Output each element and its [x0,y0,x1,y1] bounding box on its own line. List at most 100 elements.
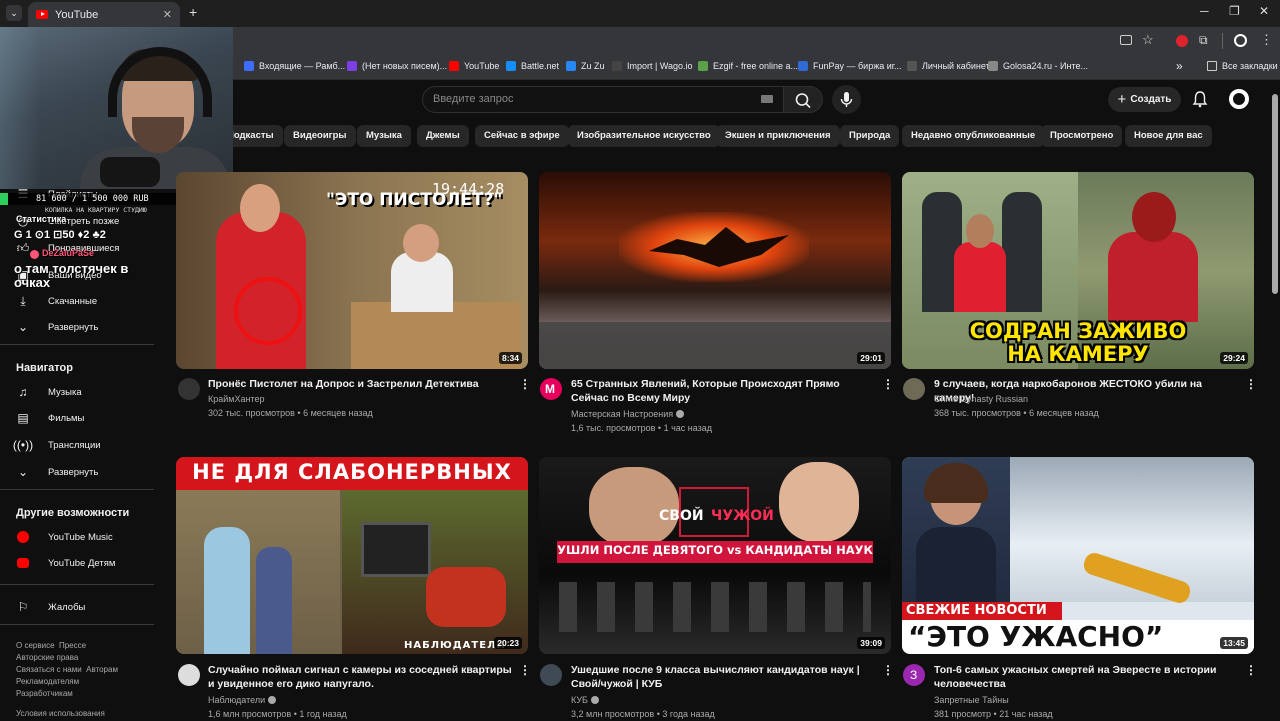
footer-link[interactable]: Авторские права [16,653,78,662]
extensions-puzzle-icon[interactable]: ⧉ [1199,33,1208,48]
sidebar-item-downloads[interactable]: ⤓ Скачанные [16,294,97,308]
bookmark-item[interactable]: Личный кабинет [907,61,990,71]
tab-close-icon[interactable]: ✕ [163,8,172,21]
video-thumbnail[interactable]: СВЕЖИЕ НОВОСТИ “ЭТО УЖАСНО” 13:45 [902,457,1254,654]
channel-name[interactable]: КраймХантер [208,392,264,406]
sidebar-expand-button[interactable]: ⌄ Развернуть [16,320,98,334]
bookmark-item[interactable]: Ezgif - free online a... [698,61,798,71]
profile-avatar-icon[interactable] [1234,34,1247,47]
filter-chip[interactable]: Музыка [357,125,411,147]
window-close-icon[interactable]: ✕ [1259,4,1269,18]
maximize-icon[interactable]: ❐ [1229,4,1240,18]
extension-red-icon[interactable] [1176,35,1188,47]
sidebar-item-youtube-music[interactable]: YouTube Music [16,530,113,544]
account-avatar[interactable] [1229,89,1249,109]
video-thumbnail[interactable]: "ЭТО ПИСТОЛЕТ?" 19:44:28 8:34 [176,172,528,369]
video-duration: 29:24 [1220,352,1248,364]
video-title[interactable]: Случайно поймал сигнал с камеры из сосед… [208,663,518,691]
video-thumbnail[interactable]: 29:01 [539,172,891,369]
video-title[interactable]: 65 Странных Явлений, Которые Происходят … [571,377,871,405]
keyboard-icon[interactable] [761,95,773,103]
search-button[interactable] [783,86,823,113]
sidebar-item-report-history[interactable]: ⚐ Жалобы [16,600,86,614]
donation-goal-caption: КОПИЛКА НА КВАРТИРУ СТУДИЮ [45,206,147,214]
footer-link[interactable]: Прессе [59,641,86,650]
upload-age: 6 месяцев назад [1029,408,1099,418]
bookmark-item[interactable]: Входящие — Рамб... [244,61,345,71]
channel-name[interactable]: КУБ [571,695,588,705]
footer-link[interactable]: Разработчикам [16,689,73,698]
footer-link[interactable]: О сервисе [16,641,55,650]
more-bookmarks-button[interactable]: » [1176,59,1183,73]
bookmark-star-icon[interactable]: ☆ [1142,32,1154,48]
thumb-table [351,302,521,369]
filter-chip[interactable]: Сейчас в эфире [475,125,569,147]
channel-avatar[interactable]: З [903,664,925,686]
filter-chip[interactable]: Просмотрено [1041,125,1123,147]
filter-chip[interactable]: Джемы [417,125,469,147]
video-thumbnail[interactable]: СОДРАН ЗАЖИВО НА КАМЕРУ 29:24 [902,172,1254,369]
sidebar-item-youtube-kids[interactable]: YouTube Детям [16,556,115,570]
bookmark-favicon-icon [907,61,917,71]
create-button[interactable]: + Создать [1108,87,1181,112]
tab-search-button[interactable]: ⌄ [6,5,22,21]
video-title[interactable]: Пронёс Пистолет на Допрос и Застрелил Де… [208,377,508,391]
channel-row: Мастерская Настроения [571,407,685,421]
filter-chip[interactable]: Видеоигры [284,125,356,147]
page-scrollbar[interactable] [1272,82,1278,720]
voice-search-button[interactable] [832,85,861,114]
footer-link[interactable]: Условия использования [16,709,105,718]
sidebar-item-music[interactable]: ♫ Музыка [16,385,82,399]
footer-links-row: О сервисе Прессе [16,641,86,650]
search-input[interactable]: Введите запрос [422,86,784,113]
video-thumbnail[interactable]: НЕ ДЛЯ СЛАБОНЕРВНЫХ НАБЛЮДАТЕЛИ 20:23 [176,457,528,654]
all-bookmarks-button[interactable]: Все закладки [1207,61,1278,71]
video-thumbnail[interactable]: СВОЙ ЧУЖОЙ УШЛИ ПОСЛЕ ДЕВЯТОГО vs КАНДИД… [539,457,891,654]
cast-icon[interactable] [1120,35,1132,45]
bookmark-item[interactable]: FunPay — биржа иг... [798,61,901,71]
video-title[interactable]: Ушедшие после 9 класса вычисляют кандида… [571,663,871,691]
filter-chip[interactable]: Природа [840,125,900,147]
channel-avatar[interactable] [903,378,925,400]
more-actions-icon[interactable]: ⋮ [519,663,531,677]
channel-name[interactable]: Crime Dynasty Russian [934,392,1028,406]
minimize-icon[interactable]: ─ [1200,4,1209,18]
sidebar-item-label: Жалобы [48,601,86,613]
bookmark-item[interactable]: Import | Wago.io [612,61,693,71]
filter-chip[interactable]: Экшен и приключения [716,125,840,147]
footer-link[interactable]: Авторам [86,665,118,674]
channel-name[interactable]: Мастерская Настроения [571,409,673,419]
navigator-expand-button[interactable]: ⌄ Развернуть [16,465,98,479]
channel-avatar[interactable] [178,378,200,400]
more-actions-icon[interactable]: ⋮ [1245,663,1257,677]
notifications-bell-icon[interactable] [1192,90,1208,108]
sidebar-item-movies[interactable]: ▤ Фильмы [16,411,84,425]
channel-row: КУБ [571,693,599,707]
channel-name[interactable]: Запретные Тайны [934,693,1009,707]
bookmark-item[interactable]: (Нет новых писем)... [347,61,447,71]
bookmark-item[interactable]: Golosa24.ru - Инте... [988,61,1088,71]
sidebar-item-live[interactable]: ((•)) Трансляции [13,438,101,452]
more-actions-icon[interactable]: ⋮ [882,377,894,391]
browser-tab-youtube[interactable]: YouTube ✕ [28,2,180,27]
bookmark-item[interactable]: Zu Zu [566,61,605,71]
more-actions-icon[interactable]: ⋮ [1245,377,1257,391]
footer-link[interactable]: Связаться с нами [16,665,82,674]
more-actions-icon[interactable]: ⋮ [519,377,531,391]
footer-link[interactable]: Рекламодателям [16,677,79,686]
bookmark-item[interactable]: YouTube [449,61,499,71]
channel-avatar[interactable] [178,664,200,686]
bookmark-item[interactable]: Battle.net [506,61,559,71]
channel-name[interactable]: Наблюдатели [208,695,265,705]
video-title[interactable]: Топ-6 самых ужасных смертей на Эвересте … [934,663,1234,691]
filter-chip[interactable]: Изобразительное искусство [568,125,720,147]
more-actions-icon[interactable]: ⋮ [882,663,894,677]
browser-menu-icon[interactable]: ⋮ [1260,32,1273,48]
filter-chip[interactable]: Недавно опубликованные [902,125,1045,147]
scrollbar-thumb[interactable] [1272,94,1278,294]
new-tab-button[interactable]: + [189,4,197,20]
channel-avatar[interactable] [540,664,562,686]
channel-avatar[interactable]: M [540,378,562,400]
thumb-figure [204,527,250,654]
filter-chip[interactable]: Новое для вас [1125,125,1212,147]
